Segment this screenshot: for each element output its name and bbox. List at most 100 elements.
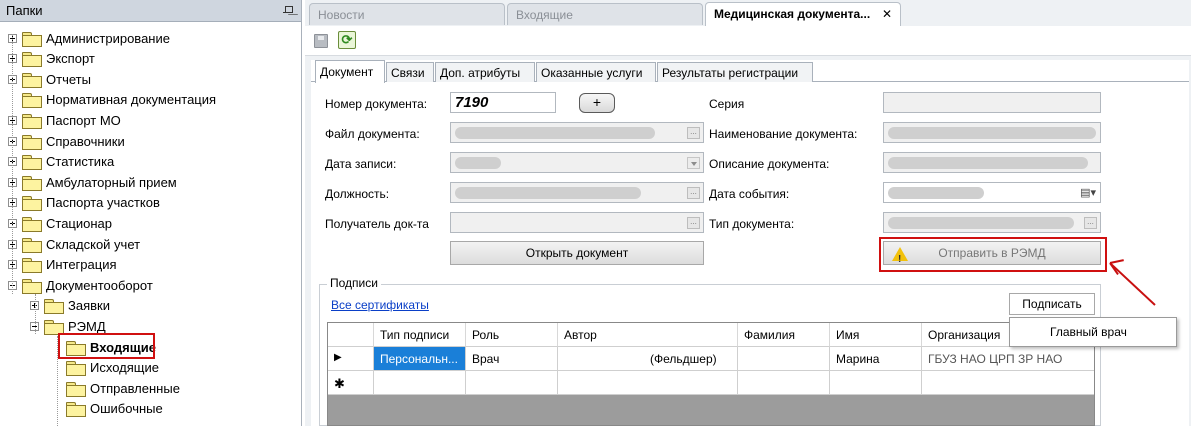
folder-icon	[22, 278, 42, 294]
new-row-indicator: ✱	[328, 371, 374, 395]
menu-item-chief-doctor[interactable]: Главный врач	[1050, 325, 1127, 339]
tree-item[interactable]: Нормативная документация	[8, 90, 216, 110]
table-row[interactable]: ▶ Персональн... Врач (Фельдшер) Марина Г…	[328, 347, 1094, 371]
tree-item[interactable]: Стационар	[8, 213, 112, 233]
form-tabs: Документ Связи Доп. атрибуты Оказанные у…	[311, 60, 1189, 83]
tree-item-label: Администрирование	[46, 30, 170, 46]
folder-icon	[22, 258, 42, 274]
tree-item-label: РЭМД	[68, 318, 106, 334]
folder-icon	[22, 237, 42, 253]
chevron-down-icon[interactable]	[687, 157, 700, 169]
signature-type-cell[interactable]: Персональн...	[374, 347, 466, 371]
doc-type-input[interactable]: ...	[883, 212, 1101, 233]
empty-cell[interactable]	[374, 371, 466, 395]
tab-registration-results-label: Результаты регистрации	[662, 66, 799, 80]
browse-button[interactable]: ...	[1084, 217, 1097, 229]
record-date-select[interactable]	[450, 152, 704, 173]
refresh-icon[interactable]: ⟳	[338, 31, 356, 49]
doc-number-input[interactable]: 7190	[450, 92, 556, 113]
browse-button[interactable]: ...	[687, 187, 700, 199]
folder-icon	[66, 381, 86, 397]
tab-document-label: Документ	[320, 65, 374, 79]
tab-incoming[interactable]: Входящие	[507, 3, 703, 25]
column-header[interactable]: Роль	[466, 323, 558, 347]
tree-line	[57, 336, 58, 426]
tree-item[interactable]: Паспорта участков	[8, 193, 160, 213]
tree-item[interactable]: Статистика	[8, 152, 114, 172]
blurred-value	[455, 127, 655, 139]
row-indicator: ▶	[328, 347, 374, 371]
column-header[interactable]: Автор	[558, 323, 738, 347]
tree-item[interactable]: Паспорт МО	[8, 110, 121, 130]
tree-item[interactable]: Документооборот	[8, 275, 153, 295]
event-date-picker[interactable]: ▤▾	[883, 182, 1101, 203]
position-label: Должность:	[325, 187, 390, 201]
tab-registration-results[interactable]: Результаты регистрации	[657, 62, 813, 82]
save-icon[interactable]	[314, 34, 328, 48]
sign-button[interactable]: Подписать	[1009, 293, 1095, 315]
column-header[interactable]: Имя	[830, 323, 922, 347]
all-certificates-link[interactable]: Все сертификаты	[331, 298, 429, 312]
empty-cell[interactable]	[466, 371, 558, 395]
column-header[interactable]: Фамилия	[738, 323, 830, 347]
column-header[interactable]: Тип подписи	[374, 323, 466, 347]
folders-panel: Папки Администрирование Экспорт Отчеты Норм…	[0, 0, 302, 426]
tab-document[interactable]: Документ	[315, 60, 385, 83]
calendar-icon[interactable]: ▤▾	[1080, 186, 1096, 199]
tab-news[interactable]: Новости	[309, 3, 505, 25]
organization-cell[interactable]: ГБУЗ НАО ЦРП ЗР НАО	[922, 347, 1094, 371]
tab-links[interactable]: Связи	[386, 62, 434, 82]
tree-line	[12, 34, 13, 294]
tree-item[interactable]: Экспорт	[8, 49, 95, 69]
tree-item[interactable]: Исходящие	[52, 358, 159, 378]
tab-extra-attributes[interactable]: Доп. атрибуты	[435, 62, 535, 82]
open-document-button[interactable]: Открыть документ	[450, 241, 704, 265]
browse-button[interactable]: ...	[687, 217, 700, 229]
new-row[interactable]: ✱	[328, 371, 1094, 395]
empty-cell[interactable]	[830, 371, 922, 395]
series-input[interactable]	[883, 92, 1101, 113]
tab-news-label: Новости	[318, 8, 365, 22]
surname-cell[interactable]	[738, 347, 830, 371]
tree-item[interactable]: Справочники	[8, 131, 125, 151]
add-button[interactable]: +	[579, 93, 615, 113]
pin-icon[interactable]	[283, 5, 295, 17]
tree-item[interactable]: Ошибочные	[52, 399, 163, 419]
tree-item[interactable]: Интеграция	[8, 255, 117, 275]
empty-cell[interactable]	[738, 371, 830, 395]
empty-cell[interactable]	[922, 371, 1094, 395]
author-cell[interactable]: (Фельдшер)	[558, 347, 738, 371]
close-icon[interactable]: ✕	[882, 7, 892, 21]
role-cell[interactable]: Врач	[466, 347, 558, 371]
tree-item-label: Интеграция	[46, 257, 117, 273]
file-input[interactable]: ...	[450, 122, 704, 143]
tree-item-label: Экспорт	[46, 51, 95, 67]
record-date-label: Дата записи:	[325, 157, 397, 171]
tab-medical-document-label: Медицинская документа...	[714, 7, 871, 21]
blurred-value	[888, 187, 984, 199]
name-cell[interactable]: Марина	[830, 347, 922, 371]
tree-item[interactable]: Складской учет	[8, 234, 140, 254]
tree-item-label: Статистика	[46, 154, 115, 170]
doc-type-label: Тип документа:	[709, 217, 795, 231]
folder-icon	[22, 175, 42, 191]
doc-description-input[interactable]	[883, 152, 1101, 173]
tab-medical-document[interactable]: Медицинская документа... ✕	[705, 2, 901, 26]
tree-item-label: Исходящие	[90, 360, 159, 376]
recipient-input[interactable]: ...	[450, 212, 704, 233]
browse-button[interactable]: ...	[687, 127, 700, 139]
tree-item[interactable]: Отчеты	[8, 69, 91, 89]
tree-item[interactable]: Амбулаторный прием	[8, 172, 177, 192]
tree-item[interactable]: Заявки	[30, 296, 110, 316]
tree-item[interactable]: Администрирование	[8, 28, 170, 48]
empty-cell[interactable]	[558, 371, 738, 395]
tree-item-label: Складской учет	[46, 236, 141, 252]
sign-role-menu: Главный врач	[1009, 317, 1177, 347]
tree-item[interactable]: Отправленные	[52, 378, 180, 398]
doc-name-input[interactable]	[883, 122, 1101, 143]
series-label: Серия	[709, 97, 745, 111]
folder-icon	[66, 361, 86, 377]
tab-services[interactable]: Оказанные услуги	[536, 62, 656, 82]
folder-icon	[44, 299, 64, 315]
position-input[interactable]: ...	[450, 182, 704, 203]
